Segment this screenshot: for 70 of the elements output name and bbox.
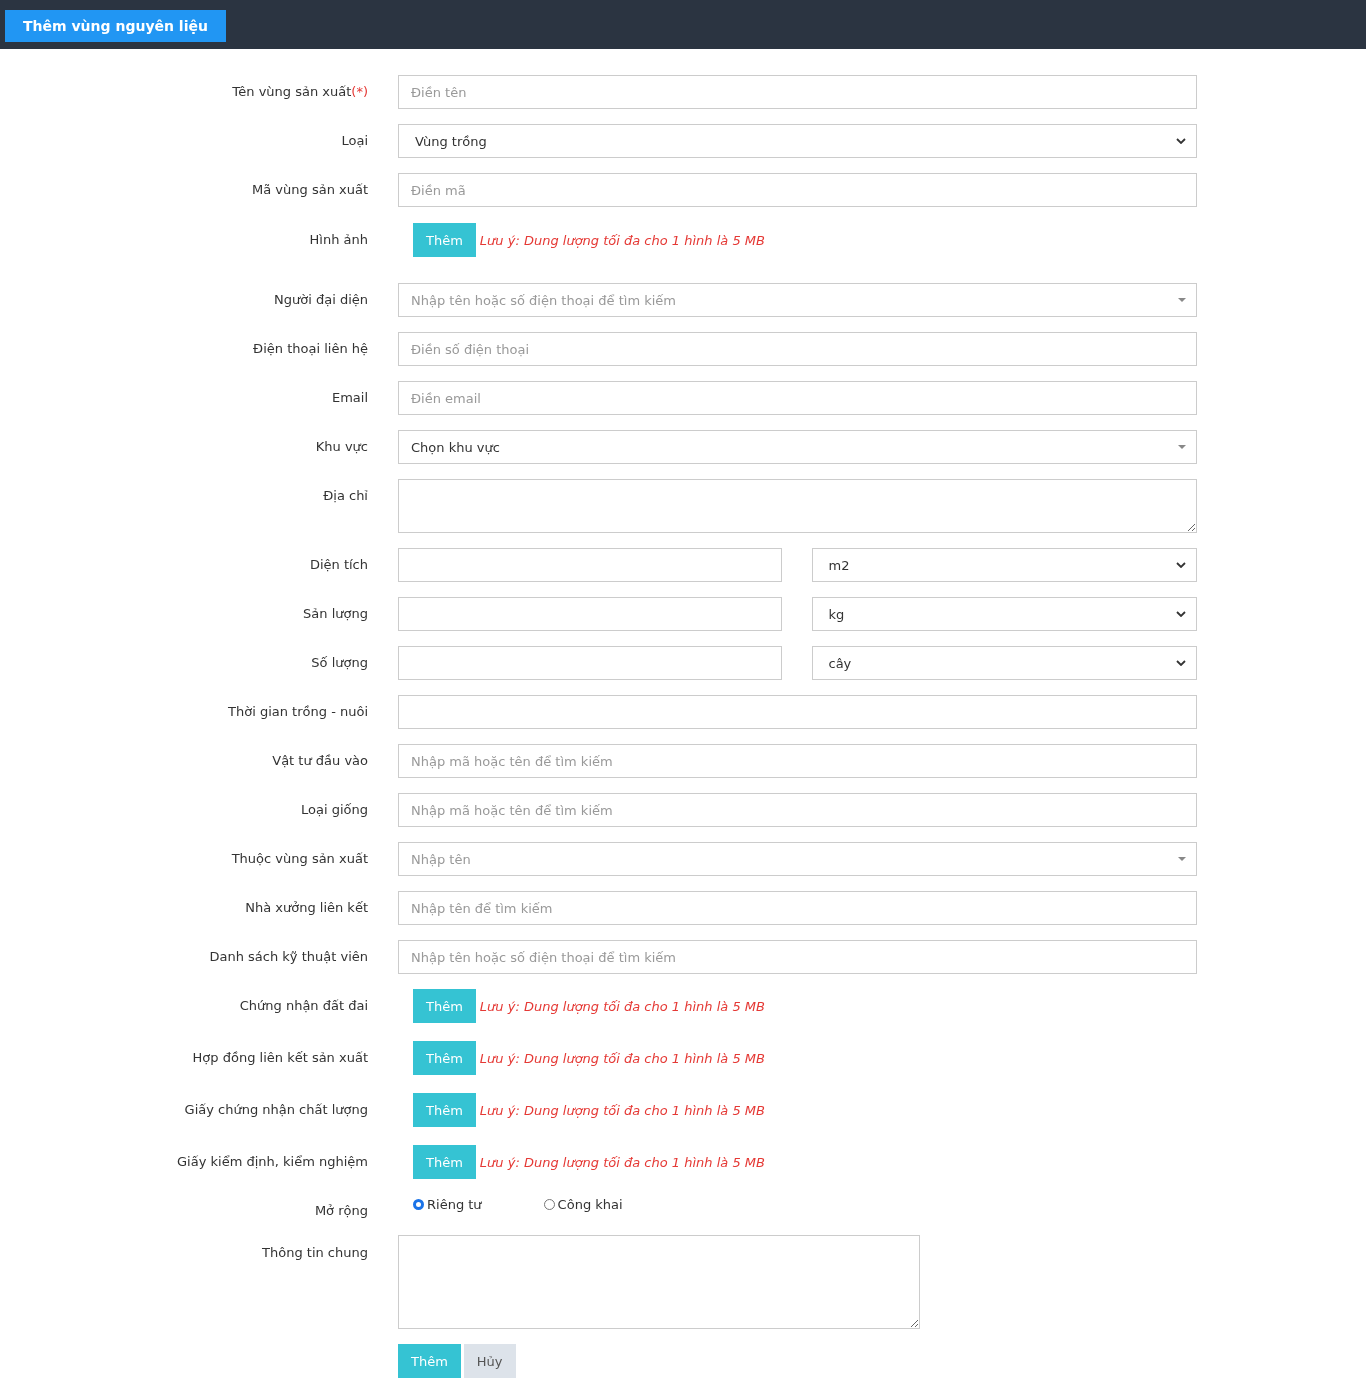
dropdown-field[interactable]: Nhập tên hoặc số điện thoại để tìm kiếm: [398, 283, 1197, 317]
radio-label: Riêng tư: [427, 1197, 482, 1212]
dropdown-field[interactable]: cây: [811, 646, 1197, 680]
radio-label: Công khai: [557, 1197, 623, 1212]
input-field[interactable]: [398, 597, 782, 631]
cancel-button[interactable]: Hủy: [463, 1344, 516, 1378]
input-field[interactable]: Nhập mã hoặc tên để tìm kiếm: [398, 744, 1197, 778]
input-field[interactable]: Nhập mã hoặc tên để tìm kiếm: [398, 793, 1197, 827]
field-label: Thông tin chung: [261, 1244, 369, 1262]
dropdown-field[interactable]: kg: [811, 597, 1197, 631]
input-field[interactable]: Điền số điện thoại: [398, 332, 1197, 366]
input-field[interactable]: Nhập tên để tìm kiếm: [398, 891, 1197, 925]
field-label: Điện thoại liên hệ: [252, 340, 369, 358]
note-text: Lưu ý: Dung lượng tối đa cho 1 hình là 5 MB: [479, 1050, 765, 1066]
chevron-down-icon: [1176, 611, 1186, 617]
dropdown-field[interactable]: Vùng trồng: [398, 124, 1197, 158]
field-label: Số lượng: [310, 654, 369, 672]
dropdown-field[interactable]: m2: [811, 548, 1197, 582]
field-label: Email: [330, 389, 369, 407]
note-text: Lưu ý: Dung lượng tối đa cho 1 hình là 5 MB: [479, 1154, 765, 1170]
note-text: Lưu ý: Dung lượng tối đa cho 1 hình là 5 MB: [479, 998, 765, 1014]
add-button[interactable]: Thêm: [413, 223, 476, 257]
caret-down-icon: [1178, 445, 1186, 449]
field-label: Vật tư đầu vào: [271, 752, 369, 770]
field-label: Giấy chứng nhận chất lượng: [183, 1101, 369, 1119]
field-label: Địa chỉ: [322, 487, 369, 505]
input-field[interactable]: Nhập tên hoặc số điện thoại để tìm kiếm: [398, 940, 1197, 974]
submit-button[interactable]: Thêm: [398, 1344, 461, 1378]
input-field[interactable]: Điền email: [398, 381, 1197, 415]
chevron-down-icon: [1176, 562, 1186, 568]
page-tab[interactable]: Thêm vùng nguyên liệu: [5, 10, 226, 42]
field-label: Sản lượng: [302, 605, 369, 623]
field-label: Thuộc vùng sản xuất: [230, 850, 369, 868]
input-field[interactable]: Điền mã: [398, 173, 1197, 207]
input-field[interactable]: [398, 695, 1197, 729]
field-label: Người đại diện: [273, 291, 369, 309]
add-button[interactable]: Thêm: [413, 1145, 476, 1179]
field-label: Hình ảnh: [308, 231, 369, 249]
textarea-field[interactable]: [398, 479, 1197, 533]
caret-down-icon: [1178, 298, 1186, 302]
radio-button[interactable]: [543, 1199, 555, 1210]
field-label: Danh sách kỹ thuật viên: [208, 948, 369, 966]
field-label: Loại giống: [300, 801, 369, 819]
field-label: Thời gian trồng - nuôi: [227, 703, 369, 721]
required-mark: (*): [351, 84, 368, 99]
input-field[interactable]: [398, 548, 782, 582]
field-label: Mở rộng: [313, 1202, 369, 1220]
add-button[interactable]: Thêm: [413, 1041, 476, 1075]
add-button[interactable]: Thêm: [413, 989, 476, 1023]
note-text: Lưu ý: Dung lượng tối đa cho 1 hình là 5 MB: [479, 1102, 765, 1118]
field-label: Mã vùng sản xuất: [251, 181, 369, 199]
field-label: Chứng nhận đất đai: [238, 997, 369, 1015]
caret-down-icon: [1178, 857, 1186, 861]
add-button[interactable]: Thêm: [413, 1093, 476, 1127]
field-label: Giấy kiểm định, kiểm nghiệm: [176, 1153, 369, 1171]
input-field[interactable]: Điền tên: [398, 75, 1197, 109]
field-label: Hợp đồng liên kết sản xuất: [191, 1049, 369, 1067]
field-label: Tên vùng sản xuất: [232, 84, 352, 99]
field-label: Loại: [340, 132, 369, 150]
field-label: Nhà xưởng liên kết: [244, 899, 369, 917]
input-field[interactable]: [398, 646, 782, 680]
field-label: Diện tích: [308, 556, 369, 574]
chevron-down-icon: [1176, 138, 1186, 144]
textarea-field[interactable]: [398, 1235, 920, 1329]
dropdown-field[interactable]: Nhập tên: [398, 842, 1197, 876]
radio-button[interactable]: [413, 1199, 424, 1210]
field-label: Khu vực: [314, 438, 369, 456]
dropdown-field[interactable]: Chọn khu vực: [398, 430, 1197, 464]
chevron-down-icon: [1176, 660, 1186, 666]
note-text: Lưu ý: Dung lượng tối đa cho 1 hình là 5 MB: [479, 232, 765, 248]
